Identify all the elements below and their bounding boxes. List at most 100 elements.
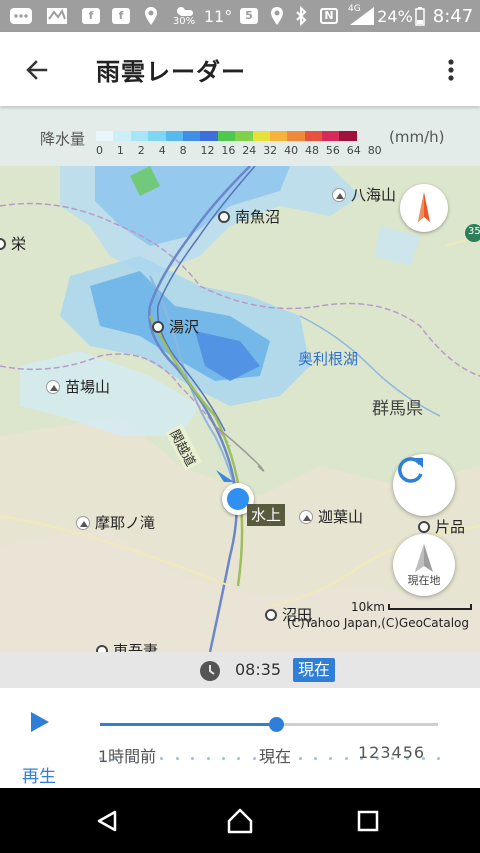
arrow-back-icon xyxy=(26,60,48,80)
label-one-hour-ago: 1時間前 xyxy=(98,747,157,766)
battery-percent: 24% xyxy=(377,6,413,26)
system-nav-bar xyxy=(0,788,480,853)
playback-controls: 再生 1時間前 現在 123456 xyxy=(0,688,480,788)
place-label: 東吾妻 xyxy=(113,642,159,652)
place-minamiuonuma[interactable]: 南魚沼 xyxy=(218,206,280,227)
legend-color-12 xyxy=(304,131,323,141)
legend-tick: 40 xyxy=(284,144,299,157)
signal-icon: 4G xyxy=(346,0,376,32)
nav-back-button[interactable] xyxy=(77,788,137,853)
legend-tick: 48 xyxy=(305,144,319,157)
place-label: 南魚沼 xyxy=(235,208,281,226)
legend-tick: 2 xyxy=(137,144,145,157)
place-sakae[interactable]: 栄 xyxy=(0,233,26,254)
refresh-button[interactable] xyxy=(393,454,455,516)
slider-tick xyxy=(221,757,225,760)
compass-button[interactable] xyxy=(400,184,448,232)
place-label: 苗場山 xyxy=(65,378,111,396)
slider-tick xyxy=(298,757,302,760)
status-bar: f f 30% 11° 5 N 4G 24% 8:47 xyxy=(0,0,480,32)
my-location-label: 現在地 xyxy=(407,574,441,587)
back-button[interactable] xyxy=(14,47,60,93)
nav-recents-button[interactable] xyxy=(338,788,398,853)
legend-color-6 xyxy=(200,131,218,141)
time-bar: 08:35 現在 xyxy=(0,652,480,688)
legend-tick: 24 xyxy=(242,144,257,157)
legend-color-11 xyxy=(287,131,305,141)
news-icon xyxy=(44,0,70,32)
place-hotakasan[interactable]: 迦葉山 xyxy=(299,506,363,527)
play-button[interactable]: 再生 xyxy=(18,706,64,787)
slider-tick xyxy=(160,757,164,760)
legend-color-4 xyxy=(165,131,183,141)
legend-tick: 8 xyxy=(179,144,187,157)
legend-tick: 4 xyxy=(158,144,166,157)
my-location-button[interactable]: 現在地 xyxy=(393,534,455,596)
current-time: 08:35 xyxy=(235,660,282,679)
legend-color-7 xyxy=(217,131,236,141)
place-label: 迦葉山 xyxy=(318,508,364,526)
slider-tick xyxy=(206,757,210,760)
nfc-icon: N xyxy=(318,0,340,32)
app-bar: 雨雲レーダー xyxy=(0,32,480,106)
legend-tick: 32 xyxy=(263,144,278,157)
weather-icon: 30% xyxy=(170,0,198,32)
legend-tick: 12 xyxy=(200,144,215,157)
place-naebasan[interactable]: 苗場山 xyxy=(46,376,110,397)
play-label: 再生 xyxy=(22,767,56,787)
more-options-button[interactable] xyxy=(430,47,472,93)
radar-map[interactable]: 八海山 南魚沼 栄 湯沢 奥利根湖 苗場山 群馬県 関越道 迦葉山 摩耶ノ滝 片… xyxy=(0,166,480,652)
slider-tick xyxy=(237,757,241,760)
city-icon xyxy=(0,237,6,250)
slider-tick xyxy=(329,757,333,760)
place-yuzawa[interactable]: 湯沢 xyxy=(152,316,199,337)
place-label: 群馬県 xyxy=(372,399,423,419)
legend-tick: 80 xyxy=(367,144,382,157)
slider-fill xyxy=(100,723,276,726)
slider-tick xyxy=(191,757,195,760)
slider-tick xyxy=(252,757,256,760)
legend-tick: 1 xyxy=(116,144,124,157)
place-label: 湯沢 xyxy=(169,318,200,336)
message-icon xyxy=(8,0,34,32)
waterfall-icon xyxy=(76,515,90,530)
precipitation-legend: 降水量 0 1 2 4 8 12 16 24 32 40 48 56 64 80 (mm/h) xyxy=(0,106,480,166)
place-hakkaisan[interactable]: 八海山 xyxy=(332,184,396,205)
nav-home-button[interactable] xyxy=(210,788,270,853)
legend-color-13 xyxy=(322,131,340,141)
legend-color-10 xyxy=(269,131,288,141)
city-icon xyxy=(418,520,430,533)
place-label: 摩耶ノ滝 xyxy=(95,514,156,532)
battery-icon xyxy=(414,0,426,32)
recents-icon xyxy=(357,810,379,831)
legend-color-bar xyxy=(96,131,357,141)
place-label: 八海山 xyxy=(351,186,397,204)
play-icon xyxy=(31,712,49,732)
place-higashiagatsuma[interactable]: 東吾妻 xyxy=(96,640,158,652)
slider-thumb[interactable] xyxy=(268,717,284,732)
mountain-icon xyxy=(299,509,313,524)
slider-tick xyxy=(314,757,318,760)
legend-tick: 0 xyxy=(96,144,103,157)
map-copyright: (C)Yahoo Japan,(C)GeoCatalog xyxy=(287,616,470,630)
home-icon xyxy=(227,808,253,833)
legend-color-1 xyxy=(113,131,131,141)
mountain-icon xyxy=(46,379,60,394)
slider-tick xyxy=(344,757,348,760)
weather-percent: 30% xyxy=(172,16,196,27)
legend-color-5 xyxy=(182,131,201,141)
network-type: 4G xyxy=(348,4,361,14)
legend-color-8 xyxy=(235,131,253,141)
place-minakami[interactable]: 水上 xyxy=(247,504,286,526)
legend-tick: 64 xyxy=(346,144,361,157)
place-okutone-lake[interactable]: 奥利根湖 xyxy=(298,348,358,369)
slider-tick xyxy=(437,757,440,760)
legend-color-0 xyxy=(96,131,114,141)
prefecture-gunma: 群馬県 xyxy=(372,394,423,419)
refresh-icon xyxy=(398,457,423,483)
slider-tick xyxy=(175,757,179,760)
compass-icon xyxy=(418,192,430,222)
place-mayanotaki[interactable]: 摩耶ノ滝 xyxy=(76,512,155,533)
location-icon xyxy=(268,0,286,32)
facebook-icon: f xyxy=(80,0,102,32)
